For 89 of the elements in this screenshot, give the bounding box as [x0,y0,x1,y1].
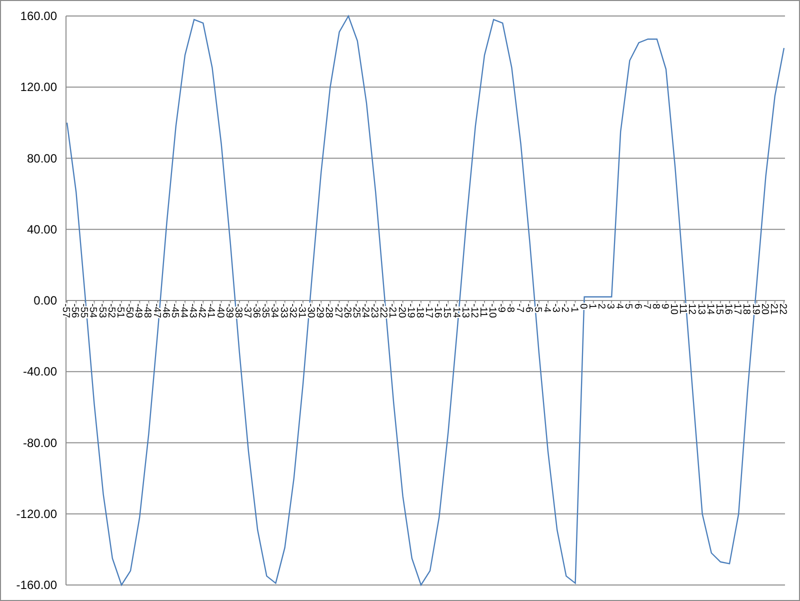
x-axis-label: -7 [514,304,525,312]
y-axis-label: 80.00 [26,151,57,166]
y-axis-label: -120.00 [16,506,57,521]
x-axis-label: -5 [532,304,543,312]
y-axis-label: 120.00 [20,80,57,94]
x-axis-label: -18 [414,304,425,318]
x-axis-label: -35 [260,304,271,318]
x-axis-label: 10 [668,304,680,315]
y-axis-label: 40.00 [26,222,57,236]
y-axis-label: -40.00 [22,364,57,379]
x-axis-label: 9 [659,304,670,310]
x-axis-label: 21 [768,304,779,315]
x-axis-label: -36 [250,304,262,318]
x-axis-label: 18 [740,304,752,315]
y-axis-label: 0.00 [34,294,57,308]
x-axis-label: -50 [124,304,135,318]
x-axis-label: -13 [459,304,470,318]
x-axis-label: -56 [69,304,80,318]
x-axis-label: 15 [713,304,724,315]
x-axis-label: -32 [286,304,298,318]
x-axis-label: -57 [60,304,71,318]
x-axis-label: -51 [114,304,126,318]
x-axis-label: 2 [595,304,606,310]
x-axis-label: -6 [522,304,534,312]
x-axis-label: -49 [132,304,144,318]
x-axis-label: 14 [704,304,716,315]
x-axis-label: -42 [196,304,208,318]
x-axis-label: -1 [568,304,580,312]
x-axis-label: -47 [150,304,162,318]
x-axis-label: -30 [305,304,316,318]
x-axis-label: -27 [332,304,344,318]
x-axis-label: -24 [360,304,370,318]
x-axis-label: -22 [378,304,389,318]
x-axis-label: 1 [586,304,598,310]
x-axis-label: -28 [323,304,334,318]
x-axis-label: 4 [614,304,625,310]
x-axis-label: 12 [686,304,698,315]
x-axis-label: -45 [168,304,180,318]
x-axis-label: -29 [314,304,326,318]
x-axis-label: -4 [541,304,552,312]
x-axis-label: -44 [178,304,189,318]
x-axis-label: 8 [650,304,661,310]
x-axis-label: -9 [496,304,507,312]
x-axis-label: 19 [750,304,761,315]
x-axis-label: 3 [604,304,616,310]
x-axis-label: -3 [550,304,562,312]
x-axis-label: -2 [559,304,570,312]
x-axis-label: 6 [632,304,643,310]
x-axis-label: -38 [232,304,244,318]
x-axis-label: 20 [758,304,770,315]
x-axis-label: -15 [441,304,452,318]
x-axis-label: -11 [478,304,488,318]
x-axis-label: -20 [396,304,407,318]
x-axis-label: 17 [732,304,743,315]
x-axis-label: -10 [486,304,498,318]
x-axis-label: -39 [223,304,234,318]
x-axis-label: -21 [386,304,398,318]
x-axis-label: -33 [278,304,289,318]
x-axis-label: -31 [296,304,307,318]
x-axis-label: -53 [96,304,108,318]
x-axis-label: -37 [242,304,253,318]
x-axis-label: -14 [450,304,462,318]
x-axis-label: -19 [404,304,416,318]
x-axis-label: -40 [214,304,226,318]
x-axis-label: 22 [777,304,788,315]
x-axis-label: -46 [160,304,171,318]
x-axis-label: 13 [695,304,706,315]
x-axis-label: 7 [640,304,652,310]
y-axis-label: -80.00 [22,436,57,450]
x-axis-label: -16 [432,304,444,318]
x-axis-label: 5 [622,304,634,310]
x-axis-label: -34 [268,304,280,318]
x-axis-label: -54 [87,304,98,318]
y-axis-label: -160.00 [16,578,57,592]
x-axis-label: 11 [677,304,688,314]
x-axis-label: 0 [577,304,588,310]
x-axis-label: -17 [423,304,434,318]
x-axis-label: -23 [368,304,380,318]
y-axis-label: 160.00 [20,9,57,23]
x-axis-label: -55 [78,304,90,318]
x-axis-label: -8 [504,304,516,312]
x-axis-label: -48 [142,304,153,318]
x-axis-label: -41 [205,304,216,318]
x-axis-label: -26 [341,304,352,318]
x-axis-label: -25 [350,304,362,318]
x-axis-label: -43 [187,304,198,318]
x-axis-label: -12 [468,304,480,318]
x-axis-label: 16 [722,304,734,315]
x-axis-label: -52 [105,304,116,318]
